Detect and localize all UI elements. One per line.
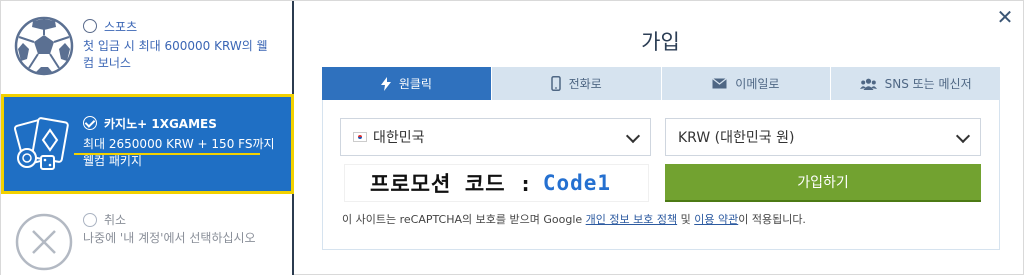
register-button[interactable]: 가입하기 xyxy=(665,164,981,202)
promo-code-field[interactable]: 프로모션 코드 : Code1 xyxy=(344,164,649,202)
bonus-desc-sports: 첫 입금 시 최대 600000 KRW의 웰컴 보너스 xyxy=(83,39,268,70)
bonus-title-sports: 스포츠 xyxy=(104,20,138,34)
currency-value: KRW (대한민국 원) xyxy=(678,130,795,146)
tab-label: 전화로 xyxy=(568,77,602,91)
bonus-title-cancel: 취소 xyxy=(104,213,127,227)
soccer-ball-icon xyxy=(14,16,74,76)
bonus-radio-sports[interactable] xyxy=(83,19,97,33)
users-icon xyxy=(859,78,877,90)
tab-one-click[interactable]: 원클릭 xyxy=(322,67,492,100)
promo-code-label: 프로모션 코드 : xyxy=(370,172,533,196)
bonus-panel: 스포츠 첫 입금 시 최대 600000 KRW의 웰컴 보너스 카지노+ 1X… xyxy=(1,1,294,275)
lightning-icon xyxy=(380,76,391,91)
chevron-down-icon xyxy=(955,128,971,144)
envelope-icon xyxy=(712,78,728,89)
registration-modal: 스포츠 첫 입금 시 최대 600000 KRW의 웰컴 보너스 카지노+ 1X… xyxy=(0,0,1024,275)
bonus-option-cancel[interactable]: 취소 나중에 '내 계정'에서 선택하십시오 xyxy=(1,197,294,275)
cancel-circle-icon xyxy=(15,213,73,271)
notice-mid: 및 xyxy=(677,213,695,226)
bonus-desc-cancel: 나중에 '내 계정'에서 선택하십시오 xyxy=(83,231,256,245)
tab-email[interactable]: 이메일로 xyxy=(661,67,832,100)
phone-icon xyxy=(550,76,561,91)
country-select[interactable]: 대한민국 xyxy=(340,118,651,156)
notice-suffix: 이 적용됩니다. xyxy=(738,213,806,226)
country-value: 대한민국 xyxy=(373,130,425,146)
tab-phone[interactable]: 전화로 xyxy=(491,67,662,100)
page-title: 가입 xyxy=(641,30,680,54)
privacy-policy-link[interactable]: 개인 정보 보호 정책 xyxy=(586,213,677,226)
currency-select[interactable]: KRW (대한민국 원) xyxy=(665,118,981,156)
recaptcha-notice: 이 사이트는 reCAPTCHA의 보호를 받으며 Google 개인 정보 보… xyxy=(342,211,806,227)
tab-label: 이메일로 xyxy=(735,77,780,91)
bonus-option-sports[interactable]: 스포츠 첫 입금 시 최대 600000 KRW의 웰컴 보너스 xyxy=(1,1,294,93)
tab-label: 원클릭 xyxy=(398,77,432,91)
bonus-radio-casino-checked[interactable] xyxy=(83,116,97,130)
registration-form: 대한민국 KRW (대한민국 원) 프로모션 코드 : Code1 가입하기 이… xyxy=(322,100,1000,250)
close-icon[interactable]: ✕ xyxy=(995,7,1015,27)
chevron-down-icon xyxy=(625,128,641,144)
bonus-radio-cancel[interactable] xyxy=(83,213,97,227)
highlight-underline xyxy=(74,153,260,155)
registration-tabs: 원클릭 전화로 이메일로 SNS 또는 메신저 xyxy=(322,67,1000,100)
korea-flag-icon xyxy=(353,132,367,142)
tab-sns-messenger[interactable]: SNS 또는 메신저 xyxy=(831,67,1000,100)
tab-label: SNS 또는 메신저 xyxy=(884,77,972,91)
terms-link[interactable]: 이용 약관 xyxy=(694,213,738,226)
promo-code-value: Code1 xyxy=(542,171,612,195)
casino-chips-icon xyxy=(14,117,69,170)
bonus-title-casino: 카지노+ 1XGAMES xyxy=(104,117,217,131)
registration-panel: ✕ 가입 원클릭 전화로 이메일로 SNS 또는 메신저 대한민국 KRW (대… xyxy=(296,1,1024,275)
bonus-option-casino[interactable]: 카지노+ 1XGAMES 최대 2650000 KRW + 150 FS까지 웰… xyxy=(1,94,294,194)
notice-prefix: 이 사이트는 reCAPTCHA의 보호를 받으며 Google xyxy=(342,213,586,226)
